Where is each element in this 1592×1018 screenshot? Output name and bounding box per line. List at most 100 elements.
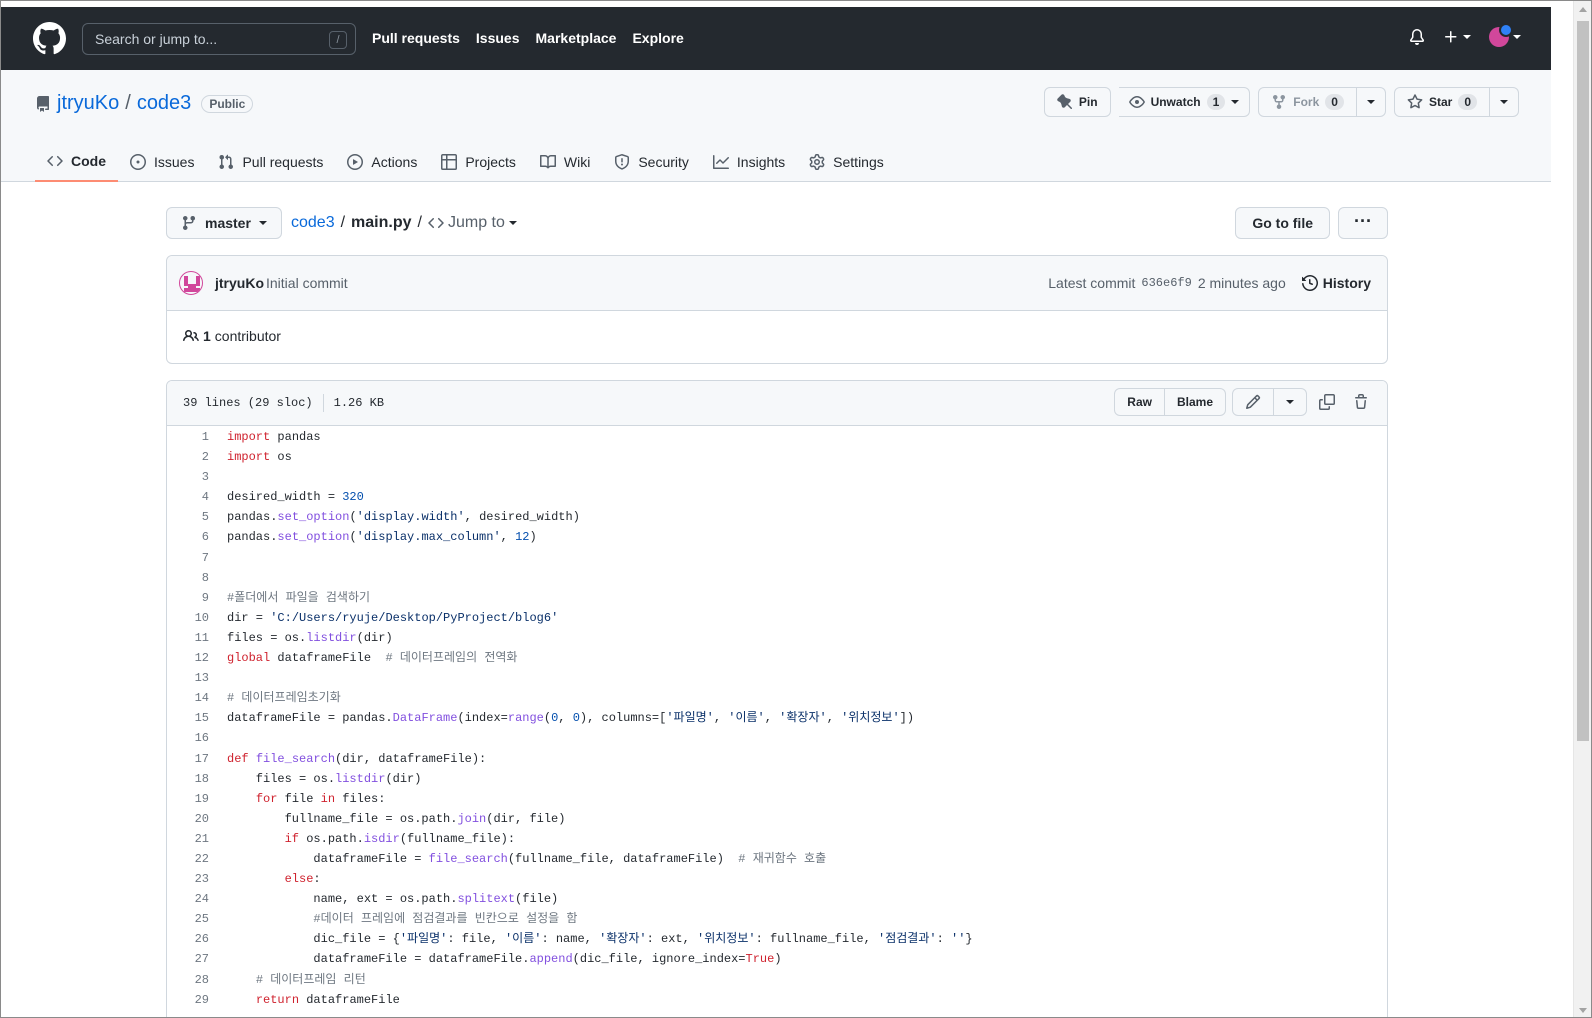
line-content: pandas.set_option('display.max_column', … (227, 530, 537, 545)
line-number[interactable]: 23 (167, 869, 209, 889)
breadcrumb-repo-link[interactable]: code3 (291, 214, 335, 232)
star-dropdown[interactable] (1490, 87, 1519, 117)
file-line-count: 39 lines (29 sloc) (183, 396, 313, 410)
tab-security[interactable]: Security (602, 141, 701, 182)
tab-label: Code (71, 152, 106, 169)
jump-to-button[interactable]: Jump to (428, 214, 517, 232)
line-number[interactable]: 10 (167, 608, 209, 628)
tab-wiki[interactable]: Wiki (528, 141, 602, 182)
line-number[interactable]: 13 (167, 668, 209, 688)
tab-projects[interactable]: Projects (429, 141, 528, 182)
scroll-up-icon[interactable] (1579, 7, 1587, 12)
line-number[interactable]: 12 (167, 648, 209, 668)
line-number[interactable]: 9 (167, 588, 209, 608)
scroll-down-icon[interactable] (1579, 1008, 1587, 1013)
line-number[interactable]: 29 (167, 990, 209, 1010)
repo-owner-link[interactable]: jtryuKo (57, 92, 119, 115)
raw-button[interactable]: Raw (1114, 388, 1165, 416)
star-button[interactable]: Star 0 (1393, 87, 1490, 117)
tab-actions[interactable]: Actions (335, 141, 429, 182)
line-content: files = os.listdir(dir) (227, 771, 422, 786)
chevron-down-icon[interactable] (1513, 35, 1521, 39)
line-number[interactable]: 14 (167, 688, 209, 708)
fork-dropdown[interactable] (1356, 87, 1386, 117)
avatar[interactable] (179, 271, 203, 295)
page-scrollbar[interactable] (1573, 1, 1591, 1017)
chevron-down-icon (508, 221, 517, 225)
line-number[interactable]: 3 (167, 467, 209, 487)
line-number[interactable]: 27 (167, 949, 209, 969)
code-line: 14 # 데이터프레임초기화 (167, 688, 1387, 708)
more-options-button[interactable]: ··· (1338, 207, 1388, 239)
code-line: 22 dataframeFile = file_search(fullname_… (167, 849, 1387, 869)
chevron-down-icon (1286, 400, 1294, 404)
people-icon (183, 329, 199, 342)
nav-explore[interactable]: Explore (632, 30, 683, 46)
line-number[interactable]: 21 (167, 829, 209, 849)
play-icon (347, 153, 364, 170)
go-to-file-button[interactable]: Go to file (1235, 207, 1330, 239)
code-line: 27 dataframeFile = dataframeFile.append(… (167, 949, 1387, 969)
line-number[interactable]: 22 (167, 849, 209, 869)
line-content: dic_file = {'파일명': file, '이름': name, '확장… (227, 932, 973, 947)
raw-blame-group: Raw Blame (1114, 388, 1226, 416)
nav-pull-requests[interactable]: Pull requests (372, 30, 460, 46)
commit-message-link[interactable]: Initial commit (266, 275, 348, 291)
unwatch-button[interactable]: Unwatch 1 (1118, 87, 1251, 117)
code-line: 8 (167, 568, 1387, 588)
delete-button[interactable] (1347, 388, 1375, 416)
edit-button[interactable] (1232, 388, 1274, 416)
line-number[interactable]: 24 (167, 889, 209, 909)
fork-button[interactable]: Fork 0 (1258, 87, 1357, 117)
repo-name-link[interactable]: code3 (137, 92, 192, 115)
pin-button[interactable]: Pin (1043, 87, 1111, 117)
line-number[interactable]: 15 (167, 708, 209, 728)
line-number[interactable]: 2 (167, 447, 209, 467)
line-number[interactable]: 7 (167, 548, 209, 568)
bell-icon[interactable] (1409, 29, 1425, 45)
line-number[interactable]: 17 (167, 749, 209, 769)
scrollbar-thumb[interactable] (1577, 21, 1589, 741)
tab-settings[interactable]: Settings (797, 141, 896, 182)
branch-select-button[interactable]: master (166, 207, 282, 239)
blame-button[interactable]: Blame (1164, 388, 1226, 416)
line-content: for file in files: (255, 791, 386, 806)
line-number[interactable]: 18 (167, 769, 209, 789)
line-number[interactable]: 4 (167, 487, 209, 507)
line-number[interactable]: 26 (167, 929, 209, 949)
tab-issues[interactable]: Issues (118, 141, 206, 182)
line-number[interactable]: 28 (167, 970, 209, 990)
line-number[interactable]: 8 (167, 568, 209, 588)
tab-code[interactable]: Code (35, 141, 118, 182)
line-number[interactable]: 20 (167, 809, 209, 829)
copy-icon (1319, 394, 1335, 410)
line-content: else: (284, 872, 321, 887)
line-number[interactable]: 16 (167, 728, 209, 748)
nav-marketplace[interactable]: Marketplace (536, 30, 617, 46)
tab-pull-requests[interactable]: Pull requests (206, 141, 335, 182)
github-logo-icon[interactable] (33, 22, 66, 55)
line-number[interactable]: 25 (167, 909, 209, 929)
copy-button[interactable] (1313, 388, 1341, 416)
plus-icon[interactable] (1443, 29, 1459, 45)
line-number[interactable]: 5 (167, 507, 209, 527)
line-number[interactable]: 19 (167, 789, 209, 809)
commit-author-link[interactable]: jtryuKo (215, 275, 264, 291)
pin-icon (1057, 94, 1072, 110)
search-placeholder: Search or jump to... (95, 31, 218, 47)
edit-dropdown[interactable] (1274, 388, 1307, 416)
chevron-down-icon[interactable] (1463, 35, 1471, 39)
contributors[interactable]: 1 contributor (183, 328, 281, 344)
line-number[interactable]: 6 (167, 527, 209, 547)
history-link[interactable]: History (1301, 275, 1371, 291)
nav-issues[interactable]: Issues (476, 30, 520, 46)
line-number[interactable]: 11 (167, 628, 209, 648)
code-icon (47, 155, 63, 166)
commit-sha-link[interactable]: 636e6f9 (1141, 276, 1191, 290)
fork-icon (1273, 95, 1286, 110)
avatar[interactable] (1489, 23, 1513, 47)
line-number[interactable]: 1 (167, 427, 209, 447)
tab-insights[interactable]: Insights (701, 141, 797, 182)
tab-label: Settings (833, 153, 884, 170)
search-input[interactable]: Search or jump to... / (82, 23, 356, 55)
